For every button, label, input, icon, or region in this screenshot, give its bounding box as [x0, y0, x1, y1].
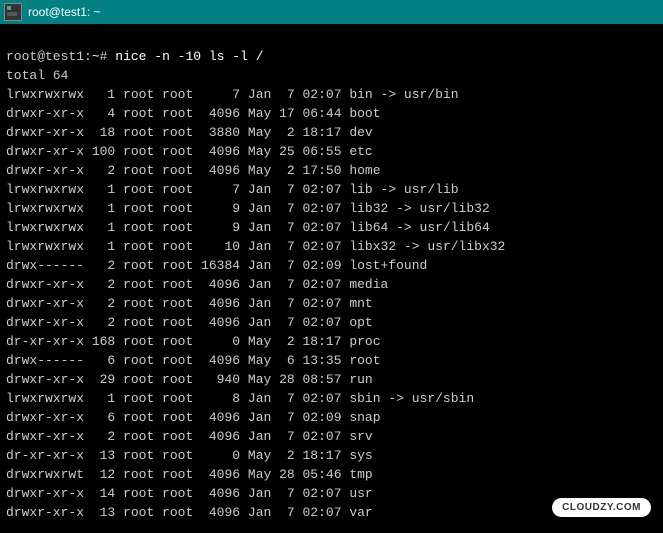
list-row: lrwxrwxrwx 1 root root 9 Jan 7 02:07 lib… — [6, 220, 490, 235]
window-title: root@test1: ~ — [28, 5, 101, 19]
total-line: total 64 — [6, 68, 68, 83]
list-row: dr-xr-xr-x 168 root root 0 May 2 18:17 p… — [6, 334, 381, 349]
list-row: drwxr-xr-x 4 root root 4096 May 17 06:44… — [6, 106, 381, 121]
list-row: drwxr-xr-x 6 root root 4096 Jan 7 02:09 … — [6, 410, 381, 425]
list-row: drwxr-xr-x 14 root root 4096 Jan 7 02:07… — [6, 486, 373, 501]
list-row: lrwxrwxrwx 1 root root 7 Jan 7 02:07 bin… — [6, 87, 459, 102]
list-row: drwxr-xr-x 29 root root 940 May 28 08:57… — [6, 372, 373, 387]
list-row: drwxr-xr-x 18 root root 3880 May 2 18:17… — [6, 125, 373, 140]
list-row: drwx------ 2 root root 16384 Jan 7 02:09… — [6, 258, 427, 273]
list-row: drwxr-xr-x 2 root root 4096 Jan 7 02:07 … — [6, 277, 388, 292]
list-row: drwxr-xr-x 2 root root 4096 Jan 7 02:07 … — [6, 315, 373, 330]
list-row: drwxr-xr-x 2 root root 4096 Jan 7 02:07 … — [6, 429, 373, 444]
list-row: drwxr-xr-x 100 root root 4096 May 25 06:… — [6, 144, 373, 159]
list-row: drwxr-xr-x 13 root root 4096 Jan 7 02:07… — [6, 505, 373, 520]
list-row: lrwxrwxrwx 1 root root 10 Jan 7 02:07 li… — [6, 239, 505, 254]
list-row: lrwxrwxrwx 1 root root 9 Jan 7 02:07 lib… — [6, 201, 490, 216]
list-row: lrwxrwxrwx 1 root root 7 Jan 7 02:07 lib… — [6, 182, 459, 197]
cloudzy-badge: CLOUDZY.COM — [552, 498, 651, 517]
list-row: drwxr-xr-x 2 root root 4096 May 2 17:50 … — [6, 163, 381, 178]
window-titlebar[interactable]: root@test1: ~ — [0, 0, 663, 24]
putty-icon — [4, 3, 22, 21]
list-row: drwxrwxrwt 12 root root 4096 May 28 05:4… — [6, 467, 373, 482]
list-row: lrwxrwxrwx 1 root root 8 Jan 7 02:07 sbi… — [6, 391, 474, 406]
file-listing: lrwxrwxrwx 1 root root 7 Jan 7 02:07 bin… — [6, 85, 657, 522]
list-row: drwx------ 6 root root 4096 May 6 13:35 … — [6, 353, 381, 368]
list-row: dr-xr-xr-x 13 root root 0 May 2 18:17 sy… — [6, 448, 373, 463]
list-row: drwxr-xr-x 2 root root 4096 Jan 7 02:07 … — [6, 296, 373, 311]
prompt-line: root@test1:~# nice -n -10 ls -l / — [6, 49, 264, 64]
terminal-output[interactable]: root@test1:~# nice -n -10 ls -l / total … — [0, 24, 663, 526]
